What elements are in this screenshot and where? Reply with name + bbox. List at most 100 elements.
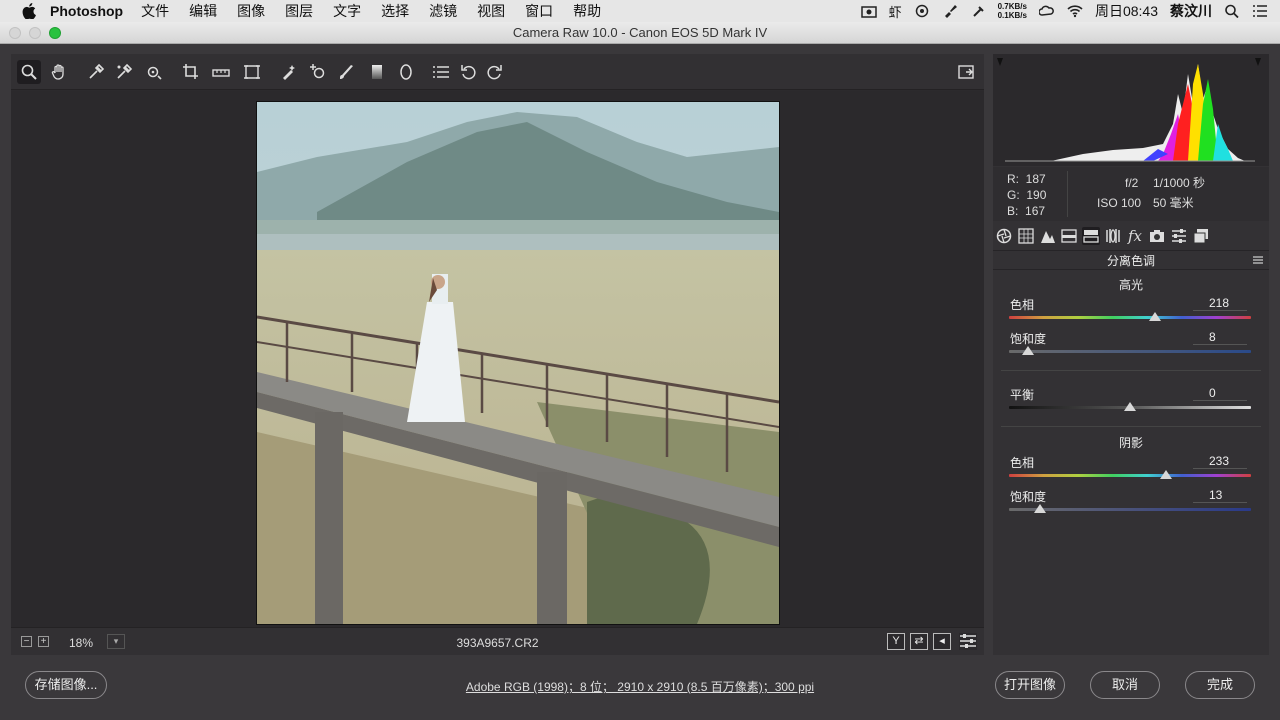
tab-lens[interactable] xyxy=(1104,227,1122,245)
r-value: 187 xyxy=(1025,172,1046,186)
tab-snapshots[interactable] xyxy=(1192,227,1210,245)
menu-type[interactable]: 文字 xyxy=(333,1,361,21)
straighten-tool-button[interactable] xyxy=(209,60,233,84)
balance-thumb[interactable] xyxy=(1124,402,1136,411)
panel-title-text: 分离色调 xyxy=(1106,254,1155,268)
color-sampler-tool-button[interactable] xyxy=(112,60,136,84)
before-after-icon: Y xyxy=(892,635,900,647)
list-icon[interactable] xyxy=(1252,4,1268,18)
camera-icon[interactable] xyxy=(860,4,877,18)
cancel-button[interactable]: 取消 xyxy=(1090,671,1160,699)
menu-view[interactable]: 视图 xyxy=(477,1,505,21)
done-button[interactable]: 完成 xyxy=(1185,671,1255,699)
b-readout: B: 167 xyxy=(1007,203,1045,219)
tab-detail[interactable] xyxy=(1039,227,1057,245)
section-divider xyxy=(1001,426,1261,427)
highlights-hue-slider[interactable] xyxy=(1009,316,1251,319)
g-readout: G: 190 xyxy=(1007,187,1046,203)
snapshots-icon xyxy=(1193,229,1208,244)
targeted-adjustment-tool-button[interactable] xyxy=(142,60,166,84)
crop-tool-button[interactable] xyxy=(179,60,203,84)
swap-icon: ⇄ xyxy=(914,635,924,647)
highlights-sat-thumb[interactable] xyxy=(1022,346,1035,355)
readout-separator xyxy=(1067,171,1068,217)
open-image-button[interactable]: 打开图像 xyxy=(995,671,1065,699)
shadows-sat-value[interactable]: 13 xyxy=(1193,488,1247,503)
camera-icon xyxy=(1150,230,1164,242)
presets-list-button[interactable] xyxy=(429,60,453,84)
r-label: R: xyxy=(1007,172,1019,186)
adjustment-panel: R: 187 G: 190 B: 167 f/2 1/1000 秒 ISO 10… xyxy=(993,54,1269,655)
menu-edit[interactable]: 编辑 xyxy=(189,1,217,21)
red-eye-tool-button[interactable] xyxy=(306,60,330,84)
workflow-options-link[interactable]: Adobe RGB (1998)；8 位； 2910 x 2910 (8.5 百… xyxy=(0,678,1280,695)
shadows-sat-thumb[interactable] xyxy=(1034,504,1047,513)
highlights-sat-value[interactable]: 8 xyxy=(1193,330,1247,345)
tab-effects[interactable]: fx xyxy=(1126,227,1144,245)
menu-window[interactable]: 窗口 xyxy=(525,1,553,21)
flower-icon[interactable] xyxy=(914,4,930,18)
balance-value[interactable]: 0 xyxy=(1193,386,1247,401)
shadows-hue-value[interactable]: 233 xyxy=(1193,454,1247,469)
panel-menu-icon[interactable] xyxy=(1253,255,1263,265)
g-value: 190 xyxy=(1026,188,1047,202)
app-menu-photoshop[interactable]: Photoshop xyxy=(50,3,123,19)
preview-photo[interactable] xyxy=(256,101,780,625)
shadows-hue-slider[interactable] xyxy=(1009,474,1251,477)
rotate-cw-button[interactable] xyxy=(482,60,506,84)
menu-layer[interactable]: 图层 xyxy=(285,1,313,21)
gradient-icon xyxy=(372,65,382,79)
brush-icon[interactable] xyxy=(942,4,958,18)
window-close-button[interactable] xyxy=(9,27,21,39)
preview-canvas[interactable] xyxy=(11,91,984,627)
zoom-tool-button[interactable] xyxy=(17,60,41,84)
tab-hsl[interactable] xyxy=(1060,227,1078,245)
rotate-ccw-button[interactable] xyxy=(457,60,481,84)
tab-basic[interactable] xyxy=(995,227,1013,245)
search-icon[interactable] xyxy=(1224,4,1240,18)
wifi-icon[interactable] xyxy=(1067,4,1083,18)
hand-tool-button[interactable] xyxy=(47,60,71,84)
tab-camera-calibration[interactable] xyxy=(1148,227,1166,245)
before-after-button[interactable]: Y xyxy=(887,633,905,650)
copy-settings-button[interactable]: ◂ xyxy=(933,633,951,650)
swap-settings-button[interactable]: ⇄ xyxy=(910,633,928,650)
graduated-filter-tool-button[interactable] xyxy=(365,60,389,84)
tab-tone-curve[interactable] xyxy=(1017,227,1035,245)
tab-presets[interactable] xyxy=(1170,227,1188,245)
menu-select[interactable]: 选择 xyxy=(381,1,409,21)
menu-file[interactable]: 文件 xyxy=(141,1,169,21)
window-titlebar[interactable]: Camera Raw 10.0 - Canon EOS 5D Mark IV xyxy=(0,22,1280,44)
clock[interactable]: 周日08:43 xyxy=(1095,1,1158,21)
preview-settings-button[interactable] xyxy=(959,633,977,650)
photo-image xyxy=(257,102,779,624)
spot-removal-tool-button[interactable] xyxy=(277,60,301,84)
window-minimize-button[interactable] xyxy=(29,27,41,39)
menu-image[interactable]: 图像 xyxy=(237,1,265,21)
cloud-icon[interactable] xyxy=(1038,4,1055,18)
histogram[interactable] xyxy=(993,54,1269,166)
menu-help[interactable]: 帮助 xyxy=(573,1,601,21)
radial-filter-tool-button[interactable] xyxy=(394,60,418,84)
rotate-left-icon xyxy=(461,65,476,80)
filename-label: 393A9657.CR2 xyxy=(456,636,539,650)
highlights-hue-thumb[interactable] xyxy=(1149,312,1162,321)
menu-filter[interactable]: 滤镜 xyxy=(429,1,457,21)
highlights-sat-slider[interactable] xyxy=(1009,350,1251,353)
highlights-hue-value[interactable]: 218 xyxy=(1193,296,1247,311)
white-balance-tool-button[interactable] xyxy=(84,60,108,84)
shadows-hue-thumb[interactable] xyxy=(1159,470,1172,479)
list-icon xyxy=(433,66,449,78)
rgb-readout: R: 187 G: 190 B: 167 f/2 1/1000 秒 ISO 10… xyxy=(993,167,1269,221)
tab-split-toning[interactable] xyxy=(1082,227,1100,245)
tool-icon[interactable] xyxy=(970,4,986,18)
window-zoom-button[interactable] xyxy=(49,27,61,39)
shadow-clip-warning[interactable] xyxy=(997,58,1003,66)
apple-icon[interactable] xyxy=(22,3,36,19)
toggle-fullscreen-button[interactable] xyxy=(954,60,978,84)
highlight-clip-warning[interactable] xyxy=(1255,58,1261,66)
transform-tool-button[interactable] xyxy=(240,60,264,84)
user-name[interactable]: 蔡汶川 xyxy=(1170,1,1212,21)
adjustment-brush-tool-button[interactable] xyxy=(335,60,359,84)
shrimp-icon[interactable]: 虾 xyxy=(889,2,902,21)
